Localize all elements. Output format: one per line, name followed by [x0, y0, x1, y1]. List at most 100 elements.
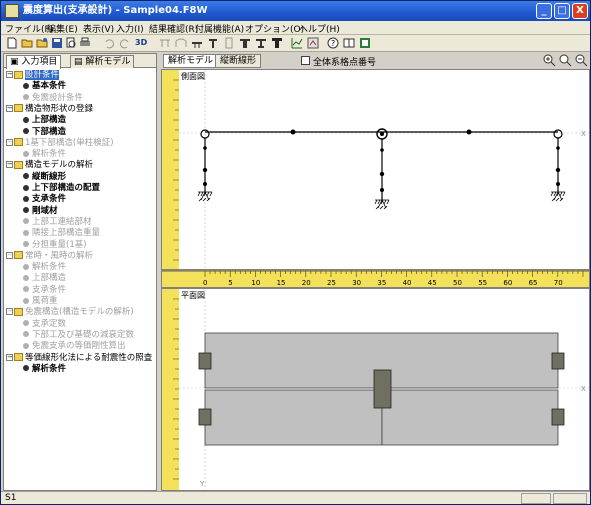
view-3d-button[interactable]: 3D — [135, 38, 151, 50]
print-preview-icon[interactable] — [65, 37, 77, 49]
collapse-icon[interactable]: − — [6, 138, 13, 146]
tree-item-node[interactable]: 上部工連結部材 — [22, 217, 92, 228]
menu-input[interactable]: 入力(I) — [116, 22, 144, 35]
collapse-icon[interactable]: − — [6, 104, 13, 112]
tree-folder-node[interactable]: − 常時・風時の解析 — [6, 251, 93, 262]
tree-node-label: 剛域材 — [32, 205, 58, 216]
menu-help[interactable]: ヘルプ(H) — [299, 22, 340, 35]
collapse-icon[interactable]: − — [6, 353, 13, 361]
tree-node-label: 下部構造 — [32, 126, 67, 137]
manual-icon[interactable] — [343, 37, 355, 49]
deck-girder-lower-left — [204, 389, 383, 446]
folder-icon — [14, 307, 23, 316]
tree-node-label: 免震構造(構造モデルの解析) — [25, 307, 134, 318]
help-icon[interactable]: ? — [327, 37, 339, 49]
tree-node-label: 解析条件 — [32, 363, 67, 374]
ruler-tick-label: 45 — [428, 279, 437, 287]
span-icon[interactable] — [191, 37, 203, 49]
open-recent-icon[interactable] — [36, 37, 48, 49]
side-view-canvas[interactable]: 側面図 X — [162, 70, 589, 269]
undo-icon[interactable] — [103, 37, 115, 49]
tree-folder-node[interactable]: − 構造物形状の登録 — [6, 104, 93, 115]
tree-item-node[interactable]: 解析条件 — [22, 149, 66, 160]
plan-view-canvas[interactable]: 平面図 X Y — [162, 289, 589, 490]
tab-input-items[interactable]: ▣ 入力項目 — [6, 55, 62, 69]
menu-options[interactable]: オプション(O) — [245, 22, 304, 35]
tree-folder-node[interactable]: − 免震構造(構造モデルの解析) — [6, 307, 134, 318]
pier-icon[interactable] — [207, 37, 219, 49]
redo-icon[interactable] — [119, 37, 131, 49]
column-icon[interactable] — [223, 37, 235, 49]
right-tab-strip: 解析モデル 縦断線形 全体系格点番号 — [161, 53, 590, 69]
maximize-button[interactable]: □ — [554, 3, 570, 19]
item-bullet-icon — [23, 184, 29, 191]
collapse-icon[interactable]: − — [6, 71, 13, 78]
menu-accessories[interactable]: 付属機能(A) — [195, 22, 244, 35]
tree-item-node[interactable]: 上部構造 — [22, 273, 66, 284]
tree-item-node[interactable]: 免震設計条件 — [22, 93, 83, 104]
ruler-tick-label: 5 — [228, 279, 232, 287]
tree-folder-node[interactable]: − 構造モデルの解析 — [6, 160, 93, 171]
about-icon[interactable] — [359, 37, 371, 49]
tree-item-node[interactable]: 風荷重 — [22, 296, 58, 307]
foundation-icon[interactable] — [271, 37, 283, 49]
horizontal-ruler[interactable]: 0 5 10 15 20 25 30 35 40 45 50 55 60 65 70 — [161, 270, 590, 288]
tree-node-label: 上下部構造の配置 — [32, 183, 101, 193]
tree-item-node[interactable]: 上部構造 — [22, 115, 66, 126]
item-bullet-icon — [23, 286, 29, 293]
item-bullet-icon — [23, 365, 29, 372]
tree-node-label: 上部構造 — [32, 273, 67, 284]
open-folder-icon[interactable] — [21, 37, 33, 49]
tree-item-node[interactable]: 上下部構造の配置 — [22, 183, 100, 194]
analysis-icon[interactable] — [307, 37, 319, 49]
zoom-in-icon[interactable] — [543, 54, 556, 67]
support-icon[interactable] — [255, 37, 267, 49]
menu-view[interactable]: 表示(V) — [83, 22, 114, 35]
tree-item-node[interactable]: 支承条件 — [22, 194, 66, 205]
tree-item-node[interactable]: 解析条件 — [22, 364, 66, 375]
tree-folder-node[interactable]: − 等価線形化法による耐震性の照査 — [6, 353, 152, 364]
abutment-icon[interactable] — [239, 37, 251, 49]
tree-node-label: 上部工連結部材 — [32, 216, 92, 227]
ruler-tick-label: 40 — [403, 279, 412, 287]
tree-item-node[interactable]: 隣接上部構造重量 — [22, 228, 100, 239]
pier-2 — [374, 128, 390, 210]
print-icon[interactable] — [79, 37, 91, 49]
global-node-number-label: 全体系格点番号 — [313, 58, 377, 68]
plan-y-axis-label: Y — [199, 480, 205, 488]
tree-item-node[interactable]: 解析条件 — [22, 262, 66, 273]
tree-item-node[interactable]: 分担重量(1基) — [22, 240, 87, 251]
zoom-fit-icon[interactable] — [559, 54, 572, 67]
tree-item-node[interactable]: 基本条件 — [22, 81, 66, 92]
tree-item-node[interactable]: 下部構造 — [22, 127, 66, 138]
tree-item-node[interactable]: 支承定数 — [22, 319, 66, 330]
global-node-number-checkbox[interactable] — [301, 56, 310, 65]
folder-icon — [14, 104, 23, 113]
tree-folder-node[interactable]: − 設計条件 — [6, 70, 60, 81]
item-bullet-icon — [23, 218, 29, 225]
tree-item-node[interactable]: 下部工及び基礎の減衰定数 — [22, 330, 134, 341]
menu-file[interactable]: ファイル(F) — [5, 22, 53, 35]
girder-icon[interactable] — [159, 37, 171, 49]
minimize-button[interactable]: _ — [536, 3, 552, 19]
menu-results[interactable]: 結果確認(R) — [149, 22, 198, 35]
zoom-out-icon[interactable] — [575, 54, 588, 67]
close-button[interactable]: X — [572, 3, 588, 19]
new-file-icon[interactable] — [6, 37, 18, 49]
collapse-icon[interactable]: − — [6, 161, 13, 169]
save-icon[interactable] — [51, 37, 63, 49]
tab-analysis-model[interactable]: ▤ 解析モデル — [70, 55, 135, 68]
tree-item-node[interactable]: 縦断線形 — [22, 172, 66, 183]
item-bullet-icon — [23, 274, 29, 281]
arch-icon[interactable] — [175, 37, 187, 49]
tab-model-view[interactable]: 解析モデル — [163, 54, 219, 68]
menu-edit[interactable]: 編集(E) — [47, 22, 78, 35]
tree-item-node[interactable]: 免震支承の等価剛性算出 — [22, 341, 126, 352]
tree-folder-node[interactable]: − 1基下部構造(単柱検証) — [6, 138, 114, 149]
collapse-icon[interactable]: − — [6, 308, 13, 316]
graph-icon[interactable] — [291, 37, 303, 49]
tab-vertical-alignment[interactable]: 縦断線形 — [215, 54, 262, 68]
tree-item-node[interactable]: 剛域材 — [22, 206, 58, 217]
collapse-icon[interactable]: − — [6, 251, 13, 259]
tree-item-node[interactable]: 支承条件 — [22, 285, 66, 296]
